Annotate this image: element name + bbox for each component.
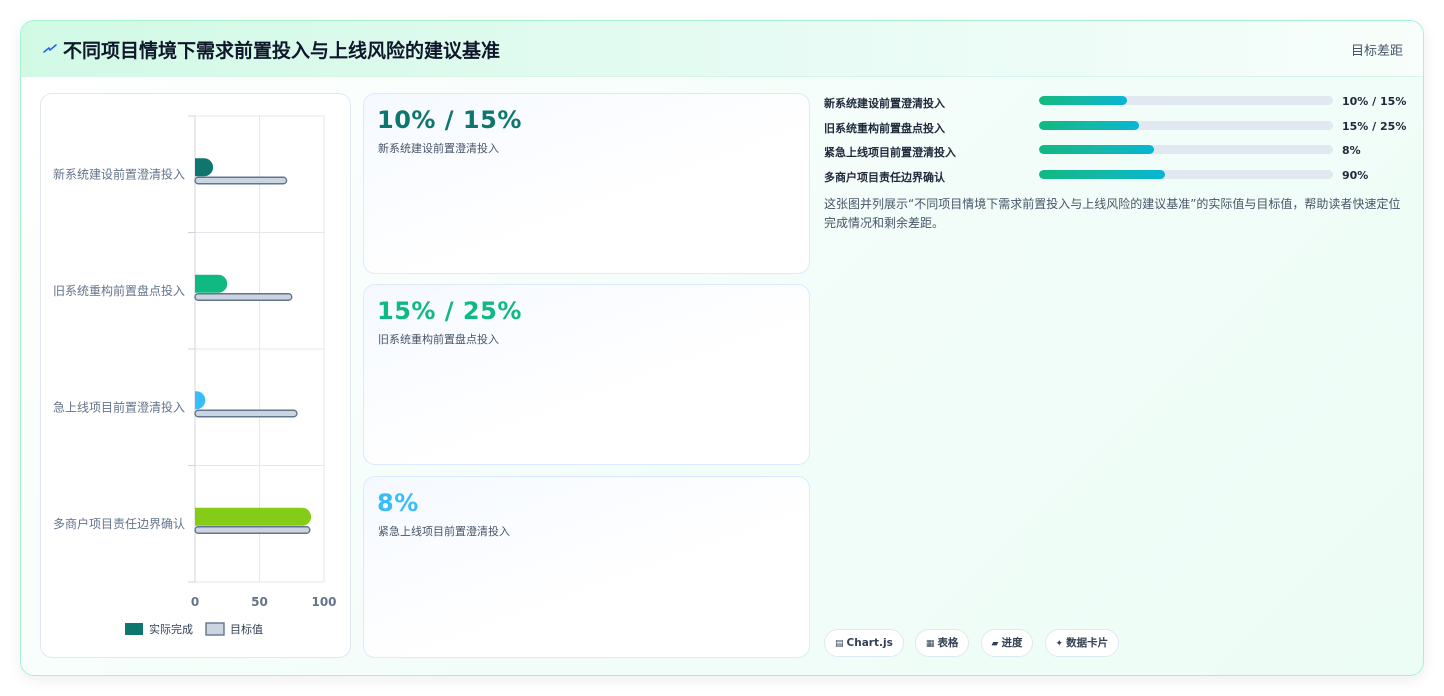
progress-label: 新系统建设前置澄清投入 xyxy=(824,97,945,110)
tag-list: ▤ Chart.js ▦ 表格 ▰ 进度 ✦ 数据卡片 xyxy=(824,629,1125,657)
panel-header: 不同项目情境下需求前置投入与上线风险的建议基准 目标差距 xyxy=(21,21,1423,77)
bar-actual xyxy=(195,391,206,410)
progress-value: 10% / 15% xyxy=(1342,95,1407,108)
category-label: 紧急上线项目前置澄清投入 xyxy=(41,399,185,414)
progress-value: 15% / 25% xyxy=(1342,119,1407,133)
legend-label-actual: 实际完成 xyxy=(149,622,193,636)
category-label: 旧系统重构前置盘点投入 xyxy=(53,283,185,298)
table-icon: ▦ xyxy=(925,639,935,649)
progress-fill xyxy=(1039,120,1139,130)
bar-actual xyxy=(195,274,228,293)
stat-card-label: 新系统建设前置澄清投入 xyxy=(378,142,499,155)
progress-track xyxy=(1039,169,1333,179)
bar-target xyxy=(194,293,293,301)
bar-target xyxy=(194,176,288,185)
tag-label: 表格 xyxy=(937,637,959,649)
progress-label: 旧系统重构前置盘点投入 xyxy=(824,121,945,135)
progress-icon: ▰ xyxy=(991,639,999,649)
tag-progress[interactable]: ▰ 进度 xyxy=(980,629,1034,657)
progress-list: 新系统建设前置澄清投入 10% / 15% 旧系统重构前置盘点投入 15% / … xyxy=(824,95,1407,194)
category-label: 新系统建设前置澄清投入 xyxy=(53,166,185,181)
category-label: 多商户项目责任边界确认 xyxy=(53,516,185,531)
stat-card-value: 10% / 15% xyxy=(377,106,522,134)
bar-actual xyxy=(195,158,214,177)
tag-table[interactable]: ▦ 表格 xyxy=(914,629,970,657)
bar-target xyxy=(194,409,298,418)
stat-card-2: 15% / 25% 旧系统重构前置盘点投入 xyxy=(363,284,810,465)
tag-label: 数据卡片 xyxy=(1066,637,1109,649)
x-tick-label: 0 xyxy=(191,595,199,609)
x-tick-label: 100 xyxy=(311,595,336,609)
stat-card-value: 8% xyxy=(377,489,419,517)
progress-value: 90% xyxy=(1342,168,1369,182)
gap-label: 目标差距 xyxy=(1350,44,1403,59)
progress-row: 旧系统重构前置盘点投入 15% / 25% xyxy=(824,119,1407,145)
progress-value: 8% xyxy=(1342,144,1361,157)
progress-label: 紧急上线项目前置澄清投入 xyxy=(824,146,956,159)
sparkle-icon: ✦ xyxy=(1055,639,1064,649)
legend-swatch-target xyxy=(205,622,225,636)
lightning-icon xyxy=(43,44,57,53)
bar-chart-card: 新系统建设前置澄清投入 旧系统重构前置盘点投入紧急上线项目前置澄清投入多商户项目责… xyxy=(40,93,351,658)
legend-swatch-actual xyxy=(125,623,143,635)
progress-fill xyxy=(1039,145,1154,154)
legend-label-target: 目标值 xyxy=(230,622,263,636)
progress-fill xyxy=(1039,169,1166,179)
stat-card-3: 8% 紧急上线项目前置澄清投入 xyxy=(363,476,810,658)
progress-row: 多商户项目责任边界确认 90% xyxy=(824,169,1404,194)
bar-target xyxy=(194,526,311,534)
stat-card-label: 紧急上线项目前置澄清投入 xyxy=(378,525,510,538)
tag-data-cards[interactable]: ✦ 数据卡片 xyxy=(1044,629,1120,657)
tag-label: 进度 xyxy=(1001,637,1023,649)
stat-card-1: 10% / 15% 新系统建设前置澄清投入 xyxy=(363,93,810,274)
progress-track xyxy=(1039,96,1333,105)
x-tick-label: 50 xyxy=(251,595,268,609)
progress-track xyxy=(1039,120,1333,130)
main-panel: 不同项目情境下需求前置投入与上线风险的建议基准 目标差距 新系统建设前置澄清投入… xyxy=(20,20,1424,676)
progress-row: 紧急上线项目前置澄清投入 8% xyxy=(824,144,1404,169)
bar-actual xyxy=(195,507,312,526)
progress-label: 多商户项目责任边界确认 xyxy=(824,170,945,184)
tag-label: Chart.js xyxy=(846,637,893,649)
chart-icon: ▤ xyxy=(835,639,844,649)
stat-card-value: 15% / 25% xyxy=(377,297,522,325)
stat-card-label: 旧系统重构前置盘点投入 xyxy=(378,333,499,346)
progress-track xyxy=(1039,145,1333,154)
progress-row: 新系统建设前置澄清投入 10% / 15% xyxy=(824,95,1407,120)
page-title: 不同项目情境下需求前置投入与上线风险的建议基准 xyxy=(63,40,501,62)
bar-chart: 新系统建设前置澄清投入旧系统重构前置盘点投入紧急上线项目前置澄清投入多商户项目责… xyxy=(41,115,337,636)
tag-chartjs[interactable]: ▤ Chart.js xyxy=(824,629,904,657)
chart-description: 这张图并列展示“不同项目情境下需求前置投入与上线风险的建议基准”的实际值与目标值… xyxy=(824,197,1401,230)
progress-fill xyxy=(1039,96,1128,105)
